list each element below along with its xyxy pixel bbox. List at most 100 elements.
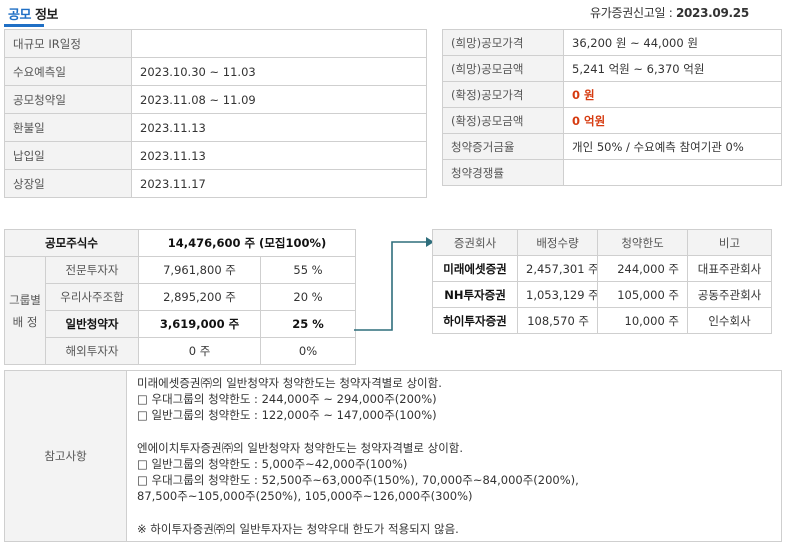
filing-date-label: 유가증권신고일 :	[590, 6, 676, 20]
group-row: 그룹별 배 정 전문투자자 7,961,800 주 55 %	[4, 256, 356, 365]
filing-date-value: 2023.09.25	[675, 6, 749, 20]
underwriter-allocation: 108,570 주	[517, 307, 598, 334]
notes-label: 참고사항	[4, 370, 127, 542]
pricing-row: 청약경쟁률	[442, 159, 782, 186]
schedule-value	[131, 29, 427, 58]
notes-line	[137, 505, 771, 521]
schedule-label: 납입일	[4, 141, 132, 170]
group-label: 우리사주조합	[45, 283, 139, 311]
schedule-value: 2023.10.30 ~ 11.03	[131, 57, 427, 86]
underwriters-table: 증권회사 배정수량 청약한도 비고 미래에셋증권 2,457,301 주 244,0…	[432, 229, 772, 334]
pricing-value: 0 원	[563, 81, 782, 108]
col-header-limit: 청약한도	[597, 229, 688, 256]
pricing-label: 청약증거금율	[442, 133, 564, 160]
page-title-highlight: 공모	[8, 8, 31, 23]
pricing-value: 0 억원	[563, 107, 782, 134]
pricing-table: (희망)공모가격 36,200 원 ~ 44,000 원 (희망)공모금액 5,241…	[442, 29, 782, 186]
underwriter-row: 하이투자증권 108,570 주 10,000 주 인수회사	[432, 307, 772, 334]
underwriter-row: 미래에셋증권 2,457,301 주 244,000 주 대표주관회사	[432, 255, 772, 282]
notes-content: 미래에셋증권㈜의 일반청약자 청약한도는 청약자격별로 상이함. □ 우대그룹의 …	[126, 370, 782, 542]
pricing-value: 개인 50% / 수요예측 참여기관 0%	[563, 133, 782, 160]
underwriter-row: NH투자증권 1,053,129 주 105,000 주 공동주관회사	[432, 281, 772, 308]
connector-arrow-icon	[354, 237, 434, 331]
underwriter-note: 공동주관회사	[687, 281, 772, 308]
group-label: 일반청약자	[45, 310, 139, 338]
share-allocation-table: 공모주식수 14,476,600 주 (모집100%) 그룹별 배 정 전문투자…	[4, 229, 356, 365]
page-title: 공모 정보	[8, 4, 58, 23]
group-allocation-label-line2: 배 정	[12, 314, 38, 329]
schedule-row: 환불일 2023.11.13	[4, 113, 427, 142]
group-label: 전문투자자	[45, 256, 139, 284]
underwriter-name: NH투자증권	[432, 281, 518, 308]
schedule-table: 대규모 IR일정 수요예측일 2023.10.30 ~ 11.03 공모청약일 2023…	[4, 29, 427, 198]
pricing-row: (희망)공모금액 5,241 억원 ~ 6,370 억원	[442, 55, 782, 82]
schedule-row: 납입일 2023.11.13	[4, 141, 427, 170]
underwriter-allocation: 1,053,129 주	[517, 281, 598, 308]
notes-line	[137, 424, 771, 440]
underwriter-limit: 105,000 주	[597, 281, 688, 308]
notes-line: □ 우대그룹의 청약한도 : 244,000주 ~ 294,000주(200%)	[137, 392, 437, 407]
pricing-row: (희망)공모가격 36,200 원 ~ 44,000 원	[442, 29, 782, 56]
schedule-row: 공모청약일 2023.11.08 ~ 11.09	[4, 85, 427, 114]
notes-line: □ 일반그룹의 청약한도 : 5,000주~42,000주(100%)	[137, 457, 408, 471]
page-title-rest: 정보	[30, 8, 58, 23]
group-pct: 25 %	[260, 310, 356, 338]
group-label: 해외투자자	[45, 337, 139, 365]
schedule-label: 상장일	[4, 169, 132, 198]
pricing-label: (확정)공모가격	[442, 81, 564, 108]
schedule-label: 대규모 IR일정	[4, 29, 132, 58]
underwriter-name: 하이투자증권	[432, 307, 518, 334]
group-shares: 0 주	[138, 337, 261, 365]
group-pct: 0%	[260, 337, 356, 365]
pricing-label: (희망)공모가격	[442, 29, 564, 56]
schedule-value: 2023.11.13	[131, 113, 427, 142]
underwriter-limit: 244,000 주	[597, 255, 688, 282]
schedule-row: 상장일 2023.11.17	[4, 169, 427, 198]
underwriter-note: 인수회사	[687, 307, 772, 334]
pricing-row: (확정)공모가격 0 원	[442, 81, 782, 108]
group-pct: 20 %	[260, 283, 356, 311]
notes-line: 미래에셋증권㈜의 일반청약자 청약한도는 청약자격별로 상이함.	[137, 376, 442, 390]
underwriter-allocation: 2,457,301 주	[517, 255, 598, 282]
notes-line: □ 우대그룹의 청약한도 : 52,500주~63,000주(150%), 70…	[137, 473, 579, 488]
group-shares: 7,961,800 주	[138, 256, 261, 284]
col-header-note: 비고	[687, 229, 772, 256]
group-shares: 3,619,000 주	[138, 310, 261, 338]
pricing-value: 5,241 억원 ~ 6,370 억원	[563, 55, 782, 82]
col-header-allocation: 배정수량	[517, 229, 598, 256]
notes-line: 87,500주~105,000주(250%), 105,000주~126,000…	[137, 489, 473, 504]
pricing-row: 청약증거금율 개인 50% / 수요예측 참여기관 0%	[442, 133, 782, 160]
group-shares: 2,895,200 주	[138, 283, 261, 311]
col-header-broker: 증권회사	[432, 229, 518, 256]
total-shares-row: 공모주식수 14,476,600 주 (모집100%)	[4, 229, 356, 257]
pricing-value: 36,200 원 ~ 44,000 원	[563, 29, 782, 56]
schedule-label: 공모청약일	[4, 85, 132, 114]
schedule-row: 수요예측일 2023.10.30 ~ 11.03	[4, 57, 427, 86]
schedule-value: 2023.11.13	[131, 141, 427, 170]
pricing-label: (확정)공모금액	[442, 107, 564, 134]
group-pct: 55 %	[260, 256, 356, 284]
schedule-label: 환불일	[4, 113, 132, 142]
underwriter-limit: 10,000 주	[597, 307, 688, 334]
group-row: 해외투자자 0 주 0%	[5, 337, 356, 365]
group-allocation-label: 그룹별 배 정	[4, 256, 46, 365]
notes-line: 엔에이치투자증권㈜의 일반청약자 청약한도는 청약자격별로 상이함.	[137, 440, 464, 455]
schedule-label: 수요예측일	[4, 57, 132, 86]
schedule-value: 2023.11.17	[131, 169, 427, 198]
pricing-value	[563, 159, 782, 186]
group-allocation-label-line1: 그룹별	[9, 292, 41, 307]
underwriter-note: 대표주관회사	[687, 255, 772, 282]
notes-line: □ 일반그룹의 청약한도 : 122,000주 ~ 147,000주(100%)	[137, 408, 437, 423]
notes-table: 참고사항 미래에셋증권㈜의 일반청약자 청약한도는 청약자격별로 상이함. □ 우…	[4, 370, 782, 542]
group-row: 우리사주조합 2,895,200 주 20 %	[5, 283, 356, 311]
schedule-row: 대규모 IR일정	[4, 29, 427, 58]
underwriters-header-row: 증권회사 배정수량 청약한도 비고	[432, 229, 772, 256]
underwriter-name: 미래에셋증권	[432, 255, 518, 282]
total-shares-value: 14,476,600 주 (모집100%)	[138, 229, 356, 257]
schedule-value: 2023.11.08 ~ 11.09	[131, 85, 427, 114]
group-row-retail: 일반청약자 3,619,000 주 25 %	[5, 310, 356, 338]
pricing-label: (희망)공모금액	[442, 55, 564, 82]
title-underline	[4, 24, 44, 27]
total-shares-label: 공모주식수	[4, 229, 139, 257]
notes-line: ※ 하이투자증권㈜의 일반투자자는 청약우대 한도가 적용되지 않음.	[137, 521, 459, 536]
